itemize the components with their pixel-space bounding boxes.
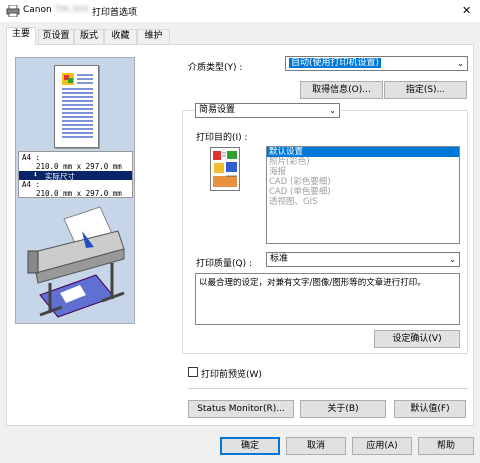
status-monitor-button[interactable]: Status Monitor(R)... [188,400,294,418]
output-paper-label: A4 : [22,180,41,189]
chevron-down-icon: ⌄ [457,59,464,68]
paper-content-icon [62,73,93,138]
get-info-button[interactable]: 取得信息(O)... [300,81,383,99]
print-quality-select[interactable]: 标准 ⌄ [266,252,460,267]
input-paper-label: A4 : [22,153,41,162]
cancel-button[interactable]: 取消 [286,437,346,455]
purpose-thumbnail [210,147,240,191]
help-button[interactable]: 帮助 [418,437,474,455]
printer-icon [6,4,20,18]
divider [188,388,468,389]
preview-before-print-checkbox[interactable] [188,367,198,377]
settings-mode-select[interactable]: 简易设置 ⌄ [195,103,340,118]
view-settings-button[interactable]: 设定确认(V) [374,330,460,348]
defaults-button[interactable]: 默认值(F) [394,400,466,418]
tab-strip: 主要 页设置 版式 收藏 维护 [6,27,206,45]
tab-page-setup[interactable]: 页设置 [38,29,74,44]
media-type-label: 介质类型(Y) : [188,63,243,73]
window-title-prefix: Canon [23,5,52,15]
preview-panel: A4 : 210.0 mm x 297.0 mm ⬇ 实际尺寸 A4 : 210… [15,57,135,324]
tab-main[interactable]: 主要 [6,27,36,45]
print-quality-value: 标准 [270,254,289,264]
window-title-suffix: 打印首选项 [92,8,138,18]
input-paper-size: 210.0 mm x 297.0 mm [36,162,122,171]
chevron-down-icon: ⌄ [329,106,336,115]
title-bar: Canon TM-300 打印首选项 ✕ [0,0,480,22]
paper-size-info: A4 : 210.0 mm x 297.0 mm ⬇ 实际尺寸 A4 : 210… [18,151,133,198]
apply-button[interactable]: 应用(A) [352,437,412,455]
list-item[interactable]: 透视图、GIS [267,197,459,207]
description-text: 以最合理的设定，对兼有文字/图像/图形等的文章进行打印。 [199,278,426,288]
window-title-model: TM-300 [55,5,89,15]
print-purpose-list[interactable]: 默认设置 照片(彩色) 海报 CAD (彩色要细) CAD (单色要细) 透视图… [266,146,460,244]
print-quality-label: 打印质量(Q) : [196,259,252,269]
preview-before-print-label[interactable]: 打印前预览(W) [201,367,262,380]
scale-bar: ⬇ 实际尺寸 [19,170,132,181]
list-item[interactable]: CAD (单色要细) [267,187,459,197]
arrow-down-icon: ⬇ [33,170,38,179]
ok-button[interactable]: 确定 [220,437,280,455]
chevron-down-icon: ⌄ [449,255,456,264]
about-button[interactable]: 关于(B) [300,400,386,418]
description-box: 以最合理的设定，对兼有文字/图像/图形等的文章进行打印。 [195,273,460,325]
list-item[interactable]: 默认设置 [267,147,459,157]
list-item[interactable]: CAD (彩色要细) [267,177,459,187]
media-type-value: 自动(使用打印机设置) [289,58,382,68]
tab-layout[interactable]: 版式 [74,29,104,44]
tab-maintenance[interactable]: 维护 [137,29,170,44]
media-type-select[interactable]: 自动(使用打印机设置) ⌄ [285,56,468,71]
specify-button[interactable]: 指定(S)... [384,81,467,99]
print-purpose-label: 打印目的(I) : [196,133,248,143]
list-item[interactable]: 海报 [267,167,459,177]
list-item[interactable]: 照片(彩色) [267,157,459,167]
scale-label: 实际尺寸 [45,172,75,181]
paper-preview [54,65,99,148]
output-paper-size: 210.0 mm x 297.0 mm [36,189,122,198]
settings-mode-value: 简易设置 [199,105,236,115]
close-icon[interactable]: ✕ [462,4,471,17]
tab-favorites[interactable]: 收藏 [104,29,137,44]
printer-illustration [20,201,132,321]
